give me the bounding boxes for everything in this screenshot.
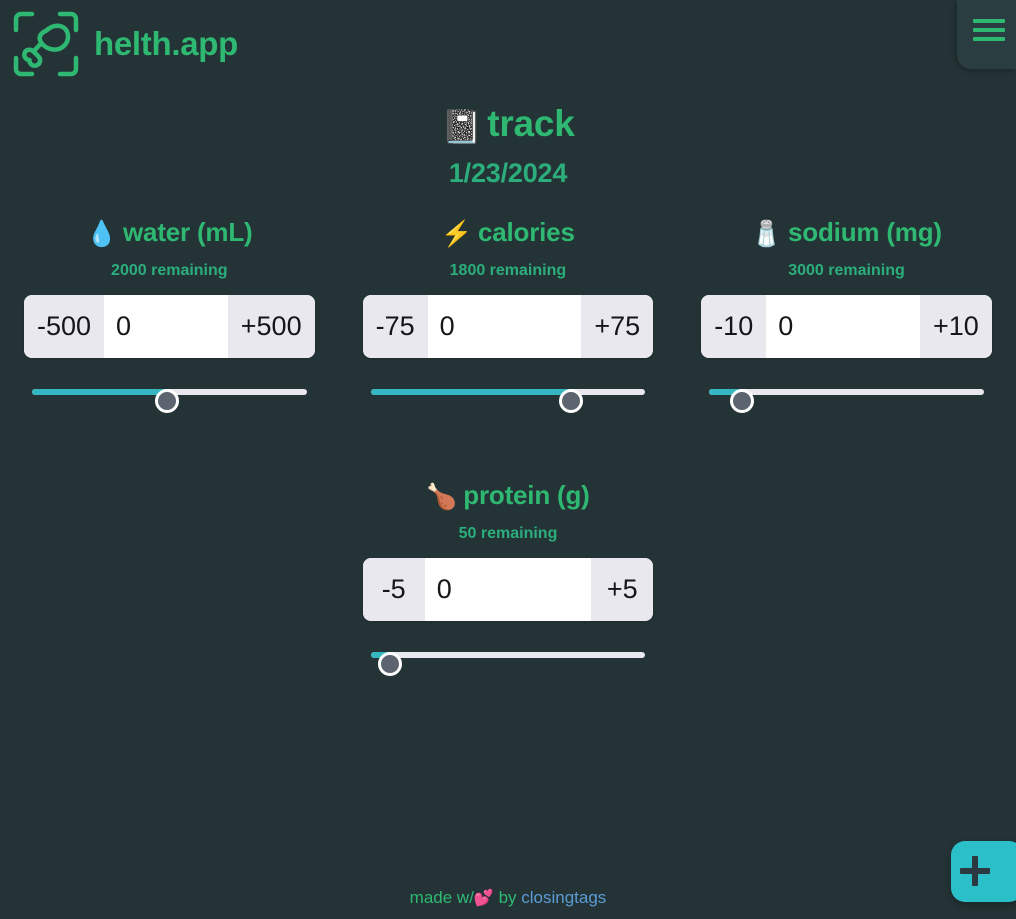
metric-calories-slider[interactable]	[363, 380, 654, 413]
metric-calories-remaining: 1800 remaining	[449, 261, 567, 279]
metric-water-remaining: 2000 remaining	[111, 261, 228, 279]
heart-icon: 💕	[473, 890, 494, 907]
metric-calories-increment-button[interactable]: +75	[581, 294, 654, 358]
metric-calories-slider-thumb[interactable]	[559, 388, 584, 413]
metric-water-slider-fill	[32, 388, 167, 395]
metric-protein-stepper: -5 +5	[362, 557, 654, 621]
page-title-text: track	[487, 103, 575, 144]
metric-water-slider-track[interactable]	[32, 388, 307, 413]
drumstick-scan-logo	[10, 8, 82, 80]
metric-sodium-decrement-button[interactable]: -10	[701, 294, 767, 358]
water-drop-icon: 💧	[86, 220, 118, 248]
metric-sodium-increment-button[interactable]: +10	[919, 294, 992, 358]
metric-protein: 🍗protein (g) 50 remaining -5 +5	[339, 480, 678, 676]
selected-date[interactable]: 1/23/2024	[0, 158, 1016, 189]
metric-sodium-slider-track[interactable]	[709, 388, 984, 413]
metric-calories-slider-track[interactable]	[370, 388, 646, 413]
add-entry-fab[interactable]	[951, 841, 1016, 902]
metric-calories-decrement-button[interactable]: -75	[362, 294, 428, 358]
menu-bar-3	[973, 37, 1005, 41]
metrics-row-secondary: 🍗protein (g) 50 remaining -5 +5	[0, 480, 1016, 676]
metric-protein-slider[interactable]	[363, 643, 654, 676]
metric-protein-decrement-button[interactable]: -5	[362, 557, 425, 621]
metric-calories-title: ⚡ calories	[363, 217, 654, 249]
menu-bar-1	[973, 19, 1005, 23]
metric-protein-title: 🍗 protein (g)	[363, 480, 654, 512]
metrics-row-primary: 💧water (mL) 2000 remaining -500 +500 ⚡ca…	[0, 217, 1016, 413]
page-header: 📓 track 1/23/2024	[0, 103, 1016, 189]
metric-protein-title-text: protein (g)	[463, 480, 590, 510]
metric-calories-title-text: calories	[478, 217, 575, 247]
footer: made w/💕 by closingtags	[0, 888, 1016, 908]
metric-water-increment-button[interactable]: +500	[227, 294, 315, 358]
menu-panel	[957, 0, 1016, 69]
metric-water-title: 💧 water (mL)	[24, 217, 315, 249]
metric-protein-increment-button[interactable]: +5	[591, 557, 654, 621]
metric-protein-input[interactable]	[424, 557, 592, 621]
metric-water-slider[interactable]	[24, 380, 315, 413]
metric-protein-slider-track[interactable]	[370, 651, 646, 676]
metric-water-title-text: water (mL)	[123, 217, 253, 247]
poultry-leg-icon: 🍗	[426, 483, 458, 511]
metric-sodium-input[interactable]	[766, 294, 920, 358]
metric-protein-remaining: 50 remaining	[458, 524, 558, 542]
metric-sodium-stepper: -10 +10	[701, 294, 992, 358]
brand-name: helth.app	[94, 24, 238, 62]
metric-water-input[interactable]	[104, 294, 228, 358]
footer-prefix: made w/	[409, 888, 474, 907]
salt-shaker-icon: 🧂	[751, 220, 783, 248]
lightning-bolt-icon: ⚡	[441, 220, 473, 248]
metric-calories-stepper: -75 +75	[362, 294, 654, 358]
menu-bar-2	[973, 28, 1005, 32]
plus-icon-horizontal	[960, 868, 990, 874]
page-title: 📓 track	[0, 103, 1016, 146]
metric-sodium: 🧂sodium (mg) 3000 remaining -10 +10	[677, 217, 1016, 413]
metric-sodium-slider-thumb[interactable]	[730, 388, 755, 413]
notepad-icon: 📓	[441, 108, 483, 145]
top-bar: helth.app	[0, 0, 1016, 92]
metric-sodium-title: 🧂 sodium (mg)	[701, 217, 992, 249]
hamburger-menu-icon[interactable]	[973, 17, 1005, 43]
metric-water-stepper: -500 +500	[24, 294, 315, 358]
metric-calories-slider-fill	[370, 388, 572, 395]
metric-calories-input[interactable]	[427, 294, 582, 358]
metric-water-decrement-button[interactable]: -500	[24, 294, 105, 358]
metric-water: 💧water (mL) 2000 remaining -500 +500	[0, 217, 339, 413]
metric-calories: ⚡calories 1800 remaining -75 +75	[339, 217, 678, 413]
footer-middle: by	[493, 888, 522, 907]
metric-sodium-slider[interactable]	[701, 380, 992, 413]
metric-sodium-title-text: sodium (mg)	[788, 217, 942, 247]
metric-sodium-remaining: 3000 remaining	[788, 261, 905, 279]
brand[interactable]: helth.app	[10, 8, 238, 80]
author-link[interactable]: closingtags	[521, 888, 606, 907]
metric-water-slider-thumb[interactable]	[154, 388, 179, 413]
metric-protein-slider-thumb[interactable]	[377, 651, 402, 676]
